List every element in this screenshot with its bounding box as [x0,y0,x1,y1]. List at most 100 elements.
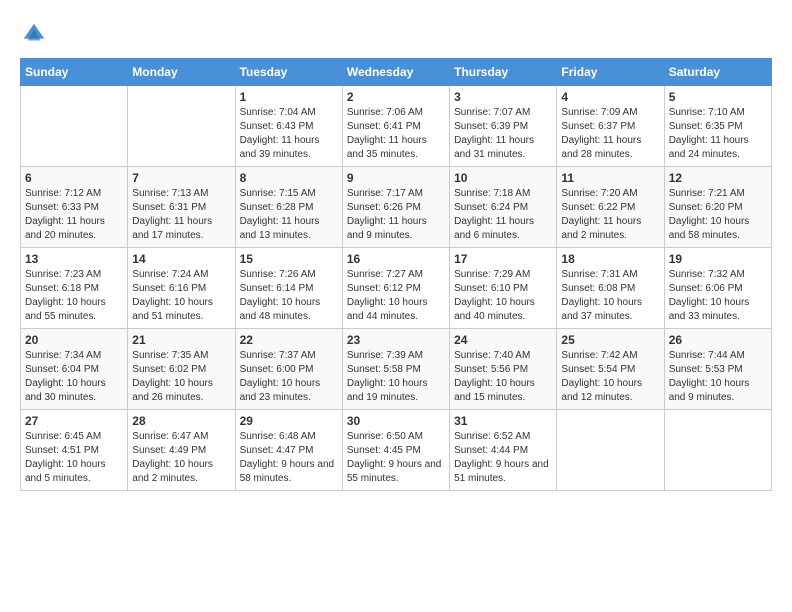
day-cell: 19 Sunrise: 7:32 AM Sunset: 6:06 PM Dayli… [664,248,771,329]
day-info: Sunrise: 7:29 AM Sunset: 6:10 PM Dayligh… [454,268,552,324]
day-cell: 16 Sunrise: 7:27 AM Sunset: 6:12 PM Dayli… [342,248,449,329]
day-cell: 23 Sunrise: 7:39 AM Sunset: 5:58 PM Dayli… [342,329,449,410]
day-cell: 31 Sunrise: 6:52 AM Sunset: 4:44 PM Dayli… [450,410,557,491]
day-number: 21 [132,333,230,347]
logo [20,20,52,48]
day-number: 13 [25,252,123,266]
day-number: 23 [347,333,445,347]
day-cell: 30Sunrise: 6:50 AM Sunset: 4:45 PM Dayli… [342,410,449,491]
day-info: Sunrise: 7:23 AM Sunset: 6:18 PM Dayligh… [25,268,123,324]
day-cell: 21 Sunrise: 7:35 AM Sunset: 6:02 PM Dayli… [128,329,235,410]
day-info: Sunrise: 7:10 AM Sunset: 6:35 PM Dayligh… [669,106,767,162]
day-info: Sunrise: 6:47 AM Sunset: 4:49 PM Dayligh… [132,430,230,486]
week-row-5: 27 Sunrise: 6:45 AM Sunset: 4:51 PM Dayli… [21,410,772,491]
day-cell [557,410,664,491]
header-tuesday: Tuesday [235,59,342,86]
day-number: 24 [454,333,552,347]
day-number: 27 [25,414,123,428]
day-number: 17 [454,252,552,266]
day-info: Sunrise: 6:45 AM Sunset: 4:51 PM Dayligh… [25,430,123,486]
day-number: 10 [454,171,552,185]
week-row-2: 6 Sunrise: 7:12 AM Sunset: 6:33 PM Daylig… [21,167,772,248]
day-info: Sunrise: 6:48 AM Sunset: 4:47 PM Dayligh… [240,430,338,486]
day-cell: 6 Sunrise: 7:12 AM Sunset: 6:33 PM Daylig… [21,167,128,248]
day-info: Sunrise: 7:04 AM Sunset: 6:43 PM Dayligh… [240,106,338,162]
day-number: 2 [347,90,445,104]
week-row-3: 13 Sunrise: 7:23 AM Sunset: 6:18 PM Dayli… [21,248,772,329]
day-info: Sunrise: 6:52 AM Sunset: 4:44 PM Dayligh… [454,430,552,486]
day-number: 20 [25,333,123,347]
day-number: 5 [669,90,767,104]
day-cell: 27 Sunrise: 6:45 AM Sunset: 4:51 PM Dayli… [21,410,128,491]
day-cell [664,410,771,491]
header-friday: Friday [557,59,664,86]
day-info: Sunrise: 7:12 AM Sunset: 6:33 PM Dayligh… [25,187,123,243]
day-number: 9 [347,171,445,185]
day-cell: 29 Sunrise: 6:48 AM Sunset: 4:47 PM Dayli… [235,410,342,491]
day-cell: 9 Sunrise: 7:17 AM Sunset: 6:26 PM Daylig… [342,167,449,248]
day-info: Sunrise: 7:24 AM Sunset: 6:16 PM Dayligh… [132,268,230,324]
day-cell: 2 Sunrise: 7:06 AM Sunset: 6:41 PM Daylig… [342,86,449,167]
day-info: Sunrise: 7:31 AM Sunset: 6:08 PM Dayligh… [561,268,659,324]
day-info: Sunrise: 7:09 AM Sunset: 6:37 PM Dayligh… [561,106,659,162]
day-number: 1 [240,90,338,104]
day-cell: 22 Sunrise: 7:37 AM Sunset: 6:00 PM Dayli… [235,329,342,410]
day-info: Sunrise: 7:13 AM Sunset: 6:31 PM Dayligh… [132,187,230,243]
day-number: 22 [240,333,338,347]
page-header [20,20,772,48]
day-info: Sunrise: 7:42 AM Sunset: 5:54 PM Dayligh… [561,349,659,405]
calendar-header-row: SundayMondayTuesdayWednesdayThursdayFrid… [21,59,772,86]
day-cell: 1 Sunrise: 7:04 AM Sunset: 6:43 PM Daylig… [235,86,342,167]
day-info: Sunrise: 7:18 AM Sunset: 6:24 PM Dayligh… [454,187,552,243]
day-info: Sunrise: 7:26 AM Sunset: 6:14 PM Dayligh… [240,268,338,324]
calendar-table: SundayMondayTuesdayWednesdayThursdayFrid… [20,58,772,491]
day-cell: 13 Sunrise: 7:23 AM Sunset: 6:18 PM Dayli… [21,248,128,329]
day-cell: 8 Sunrise: 7:15 AM Sunset: 6:28 PM Daylig… [235,167,342,248]
day-info: Sunrise: 7:37 AM Sunset: 6:00 PM Dayligh… [240,349,338,405]
day-info: Sunrise: 7:27 AM Sunset: 6:12 PM Dayligh… [347,268,445,324]
day-number: 31 [454,414,552,428]
day-number: 15 [240,252,338,266]
day-info: Sunrise: 7:15 AM Sunset: 6:28 PM Dayligh… [240,187,338,243]
day-info: Sunrise: 7:39 AM Sunset: 5:58 PM Dayligh… [347,349,445,405]
day-info: Sunrise: 7:34 AM Sunset: 6:04 PM Dayligh… [25,349,123,405]
day-cell: 7 Sunrise: 7:13 AM Sunset: 6:31 PM Daylig… [128,167,235,248]
day-number: 8 [240,171,338,185]
day-number: 19 [669,252,767,266]
day-cell: 17 Sunrise: 7:29 AM Sunset: 6:10 PM Dayli… [450,248,557,329]
week-row-1: 1 Sunrise: 7:04 AM Sunset: 6:43 PM Daylig… [21,86,772,167]
header-thursday: Thursday [450,59,557,86]
day-number: 28 [132,414,230,428]
day-number: 7 [132,171,230,185]
day-cell: 5 Sunrise: 7:10 AM Sunset: 6:35 PM Daylig… [664,86,771,167]
day-info: Sunrise: 7:44 AM Sunset: 5:53 PM Dayligh… [669,349,767,405]
header-saturday: Saturday [664,59,771,86]
day-cell: 15 Sunrise: 7:26 AM Sunset: 6:14 PM Dayli… [235,248,342,329]
day-cell: 25Sunrise: 7:42 AM Sunset: 5:54 PM Dayli… [557,329,664,410]
day-cell: 24 Sunrise: 7:40 AM Sunset: 5:56 PM Dayli… [450,329,557,410]
day-info: Sunrise: 6:50 AM Sunset: 4:45 PM Dayligh… [347,430,445,486]
day-cell: 28 Sunrise: 6:47 AM Sunset: 4:49 PM Dayli… [128,410,235,491]
day-info: Sunrise: 7:06 AM Sunset: 6:41 PM Dayligh… [347,106,445,162]
day-number: 3 [454,90,552,104]
day-number: 29 [240,414,338,428]
logo-icon [20,20,48,48]
day-cell: 4 Sunrise: 7:09 AM Sunset: 6:37 PM Daylig… [557,86,664,167]
day-info: Sunrise: 7:35 AM Sunset: 6:02 PM Dayligh… [132,349,230,405]
day-number: 16 [347,252,445,266]
week-row-4: 20 Sunrise: 7:34 AM Sunset: 6:04 PM Dayli… [21,329,772,410]
day-number: 4 [561,90,659,104]
day-cell [128,86,235,167]
day-cell: 11Sunrise: 7:20 AM Sunset: 6:22 PM Dayli… [557,167,664,248]
day-number: 6 [25,171,123,185]
day-cell: 3Sunrise: 7:07 AM Sunset: 6:39 PM Daylig… [450,86,557,167]
day-number: 26 [669,333,767,347]
day-number: 11 [561,171,659,185]
header-wednesday: Wednesday [342,59,449,86]
day-info: Sunrise: 7:40 AM Sunset: 5:56 PM Dayligh… [454,349,552,405]
day-info: Sunrise: 7:17 AM Sunset: 6:26 PM Dayligh… [347,187,445,243]
day-info: Sunrise: 7:32 AM Sunset: 6:06 PM Dayligh… [669,268,767,324]
day-cell: 18Sunrise: 7:31 AM Sunset: 6:08 PM Dayli… [557,248,664,329]
day-cell: 12Sunrise: 7:21 AM Sunset: 6:20 PM Dayli… [664,167,771,248]
day-cell: 20 Sunrise: 7:34 AM Sunset: 6:04 PM Dayli… [21,329,128,410]
